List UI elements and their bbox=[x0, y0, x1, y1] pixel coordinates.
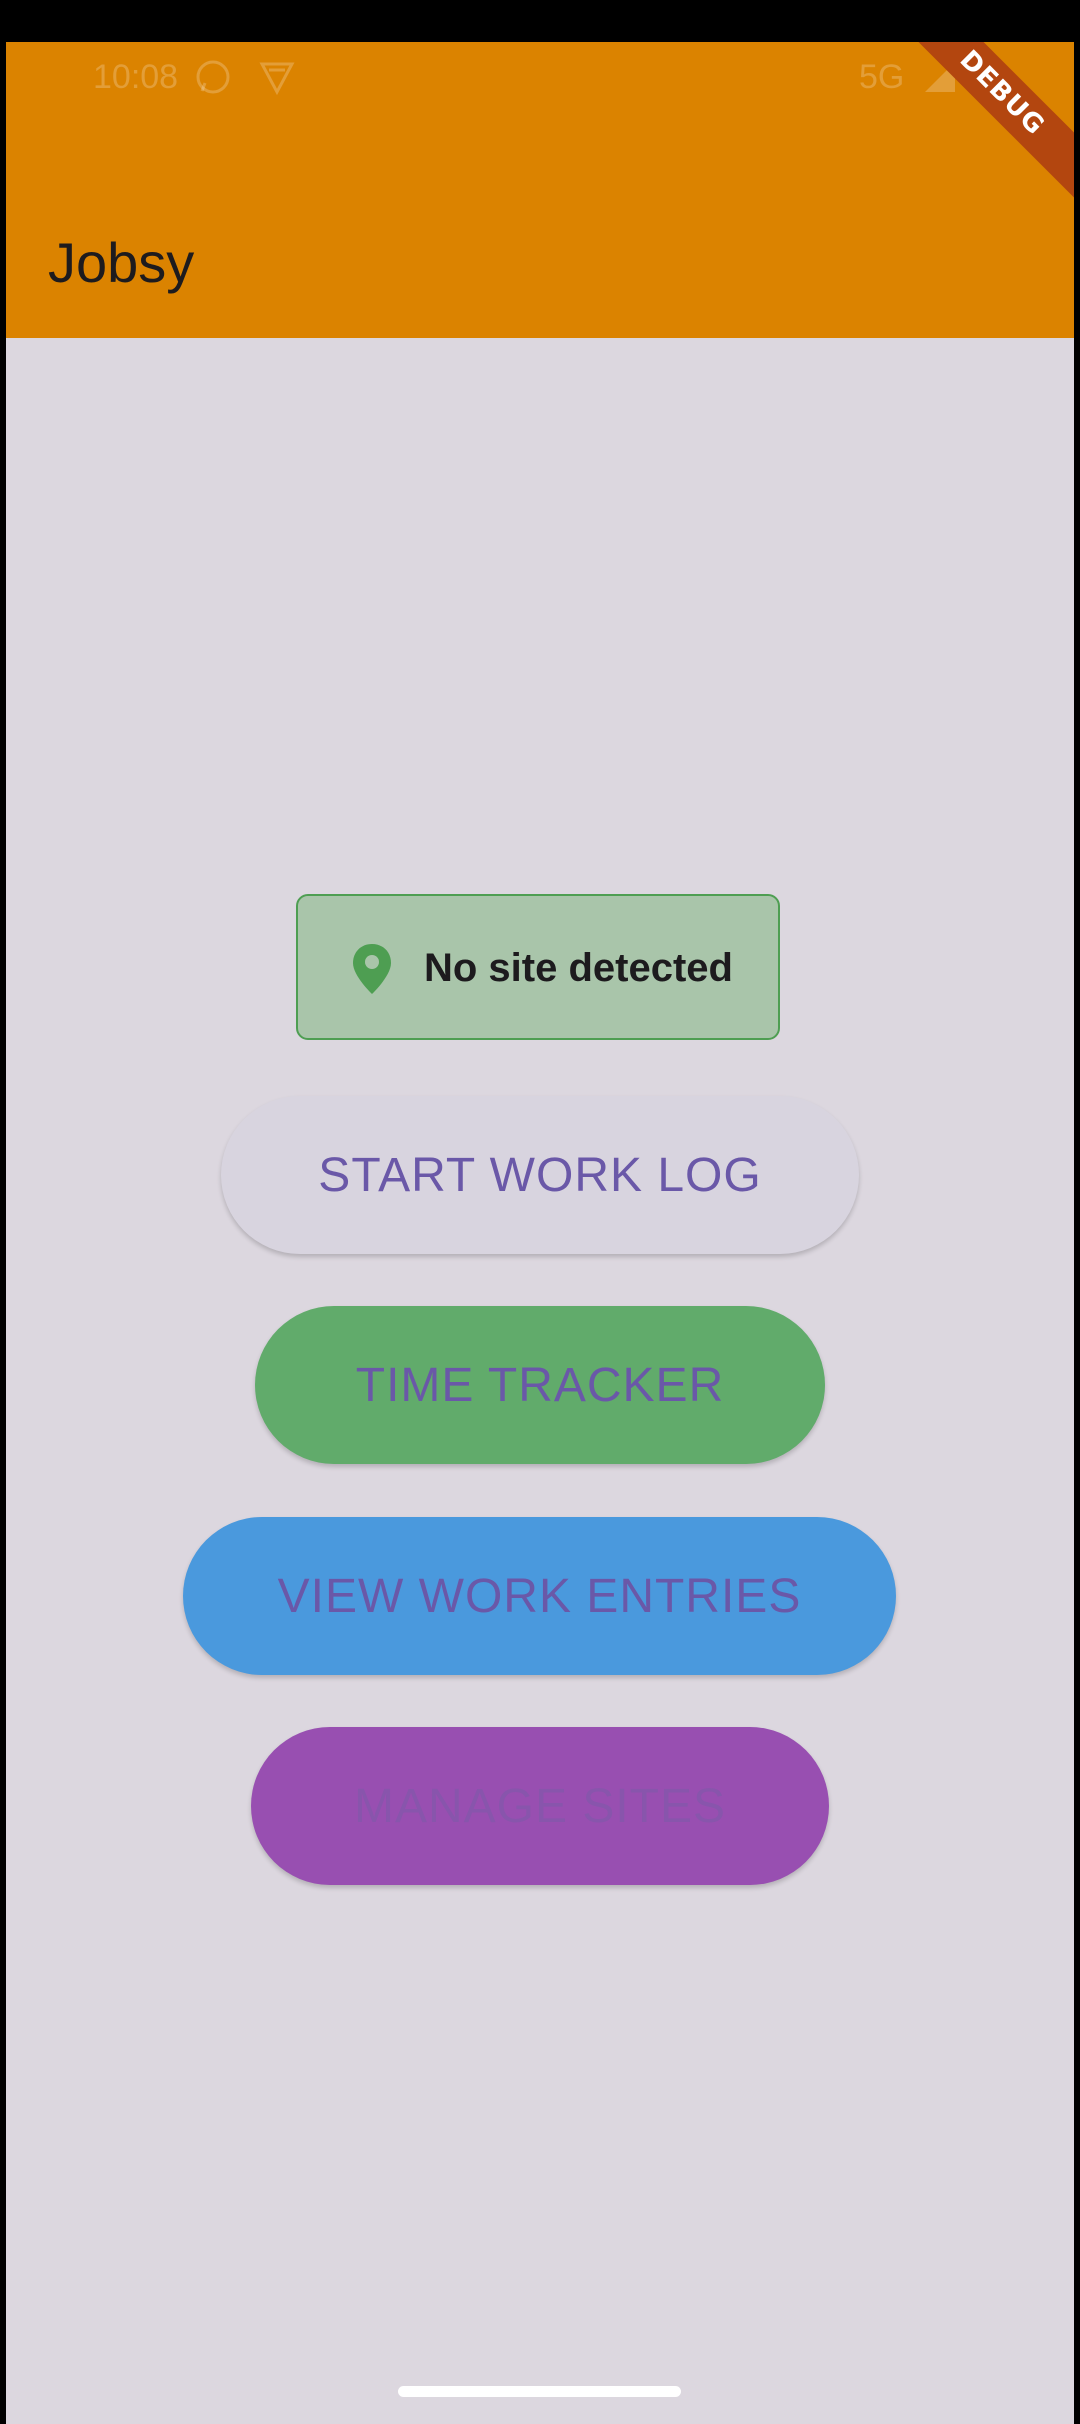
manage-sites-label: MANAGE SITES bbox=[353, 1779, 727, 1833]
home-indicator[interactable] bbox=[398, 2386, 681, 2397]
status-bar: 10:08 5G bbox=[6, 42, 1074, 112]
network-type: 5G bbox=[859, 58, 905, 96]
location-pin-icon bbox=[351, 942, 393, 1001]
start-work-log-button[interactable]: START WORK LOG bbox=[221, 1096, 859, 1254]
time-tracker-label: TIME TRACKER bbox=[355, 1358, 725, 1412]
app-bar: 10:08 5G Jobsy DEBUG bbox=[6, 42, 1074, 338]
site-status-text: No site detected bbox=[424, 946, 733, 990]
time-tracker-button[interactable]: TIME TRACKER bbox=[255, 1306, 825, 1464]
app-screen: 10:08 5G Jobsy DEBUG No site detected ST… bbox=[6, 42, 1074, 2424]
app-title: Jobsy bbox=[48, 231, 195, 294]
whatsapp-icon bbox=[194, 58, 232, 104]
start-work-log-label: START WORK LOG bbox=[318, 1148, 762, 1202]
view-work-entries-label: VIEW WORK ENTRIES bbox=[277, 1569, 802, 1623]
manage-sites-button[interactable]: MANAGE SITES bbox=[251, 1727, 829, 1885]
vpn-shield-icon bbox=[258, 58, 296, 104]
site-status-chip: No site detected bbox=[296, 894, 780, 1040]
status-time: 10:08 bbox=[93, 58, 179, 96]
view-work-entries-button[interactable]: VIEW WORK ENTRIES bbox=[183, 1517, 896, 1675]
